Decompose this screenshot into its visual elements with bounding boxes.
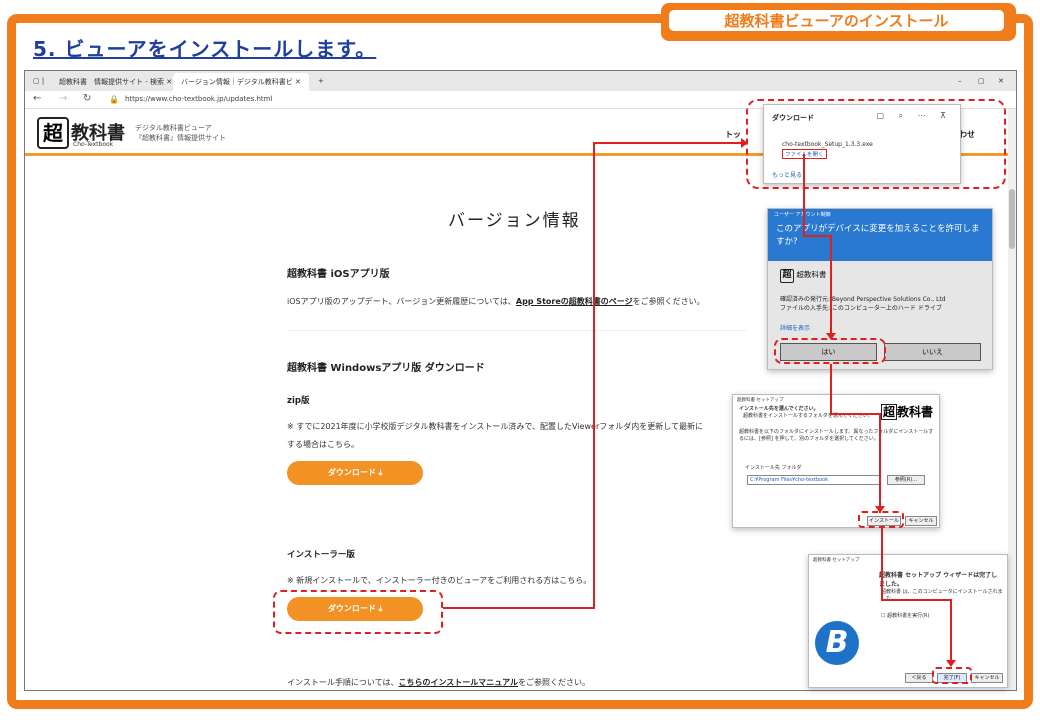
new-tab-icon[interactable]: + — [310, 73, 332, 91]
forward-icon[interactable]: → — [59, 93, 67, 104]
uac-app-name: 超 超教科書 — [780, 269, 826, 283]
install-button-highlight — [858, 511, 904, 528]
arrow-head — [826, 333, 836, 340]
uac-publisher-line: 確認済みの発行元: Beyond Perspective Solutions C… — [780, 296, 946, 303]
ios-text: iOSアプリ版のアップデート、バージョン更新履歴については、App Storeの… — [287, 296, 705, 307]
tab-updates[interactable]: バージョン情報｜デジタル教科書ビ ✕ — [173, 73, 309, 91]
minimize-icon[interactable]: – — [950, 73, 970, 91]
tab-search[interactable]: 超教科書 情報提供サイト - 検索 ✕ — [51, 73, 180, 91]
reload-icon[interactable]: ↻ — [83, 93, 91, 104]
setup1-folder-label: インストール先 フォルダ — [745, 465, 802, 471]
connector-line — [830, 413, 880, 415]
back-icon[interactable]: ← — [33, 93, 41, 104]
section-tag-label: 超教科書ビューアのインストール — [667, 8, 1006, 33]
connector-line — [881, 599, 951, 601]
zip-heading: zip版 — [287, 396, 310, 406]
browse-button[interactable]: 参照(R)... — [887, 475, 925, 485]
setup1-logo-text: 教科書 — [896, 405, 933, 419]
tab-updates-label: バージョン情報｜デジタル教科書ビ — [181, 78, 293, 86]
setup1-body: 超教科書を以下のフォルダにインストールします。異なったフォルダにインストールする… — [739, 429, 934, 442]
installer-download-highlight — [273, 590, 443, 634]
site-description: デジタル教科書ビューア 『超教科書』情報提供サイト — [135, 123, 226, 143]
tab-bar: ▢ | 超教科書 情報提供サイト - 検索 ✕ バージョン情報｜デジタル教科書ビ… — [25, 71, 1016, 91]
connector-line — [881, 528, 883, 600]
checkbox-icon: ☐ — [881, 613, 886, 619]
connector-line — [593, 142, 743, 144]
setup2-logo-icon: B — [815, 621, 859, 665]
connector-line — [879, 413, 881, 513]
setup1-title: 超教科書 セットアップ — [737, 398, 784, 403]
connector-line — [830, 235, 832, 339]
ios-text-suffix: をご参照ください。 — [632, 297, 705, 306]
uac-origin-line: ファイルの入手先: このコンピューター上のハード ドライブ — [780, 305, 942, 312]
setup2-sidebar: B — [809, 565, 879, 675]
download-icon: ⤓ — [378, 468, 383, 477]
setup1-logo: 超教科書 — [880, 403, 933, 420]
site-desc-line1: デジタル教科書ビューア — [135, 124, 212, 132]
ios-text-prefix: iOSアプリ版のアップデート、バージョン更新履歴については、 — [287, 297, 516, 306]
step-title: 5. ビューアをインストールします。 — [33, 37, 377, 61]
manual-text: インストール手順については、こちらのインストールマニュアルをご参照ください。 — [287, 677, 590, 688]
setup2-title: 超教科書 セットアップ — [813, 558, 860, 563]
download-panel-highlight — [746, 99, 1006, 189]
uac-header: ユーザー アカウント制御 このアプリがデバイスに変更を加えることを許可しますか? — [768, 209, 992, 261]
installer-text: ※ 新規インストールで、インストーラー付きのビューアをご利用される方はこちら。 — [287, 576, 592, 585]
app-store-link[interactable]: App Storeの超教科書のページ — [516, 297, 633, 306]
section-tag: 超教科書ビューアのインストール — [661, 3, 1016, 41]
arrow-head — [875, 506, 885, 513]
app-icon: 超 — [780, 269, 794, 283]
setup2-cancel-button[interactable]: キャンセル — [971, 673, 1003, 683]
uac-publisher: 確認済みの発行元: Beyond Perspective Solutions C… — [780, 295, 946, 313]
setup1-cancel-button[interactable]: キャンセル — [905, 516, 937, 526]
lock-icon: 🔒 — [109, 95, 119, 104]
zip-text-line1: ※ すでに2021年度に小学校版デジタル教科書をインストール済みで、配置したVi… — [287, 422, 703, 431]
setup1-logo-mark: 超 — [880, 404, 897, 420]
scroll-thumb[interactable] — [1009, 189, 1015, 249]
setup-finish-dialog: 超教科書 セットアップ B 超教科書 セットアップ ウィザードは完了しました。 … — [808, 554, 1008, 688]
back-button[interactable]: ＜戻る — [905, 673, 933, 683]
windows-heading: 超教科書 Windowsアプリ版 ダウンロード — [287, 363, 485, 374]
finish-button-highlight — [932, 667, 972, 684]
logo-subtitle: Cho-Textbook — [73, 141, 114, 148]
manual-suffix: をご参照ください。 — [518, 678, 591, 687]
section-divider — [287, 330, 747, 331]
nav-top-link[interactable]: トッ — [725, 129, 741, 140]
window-menu-icon[interactable]: ▢ | — [25, 73, 52, 91]
page-title: バージョン情報 — [448, 211, 581, 231]
scrollbar[interactable] — [1008, 109, 1016, 690]
setup1-heading: インストール先を選んでください。 — [739, 406, 819, 412]
zip-download-button[interactable]: ダウンロード ⤓ — [287, 461, 423, 485]
manual-prefix: インストール手順については、 — [287, 678, 399, 687]
installer-heading: インストーラー版 — [287, 550, 355, 560]
connector-line — [443, 607, 594, 609]
zip-text-line2: する場合はこちら。 — [287, 440, 359, 449]
connector-line — [593, 142, 595, 609]
site-desc-line2: 『超教科書』情報提供サイト — [135, 134, 226, 142]
zip-download-label: ダウンロード — [327, 468, 376, 477]
run-checkbox-label: 超教科書を実行(R) — [887, 613, 930, 619]
site-logo[interactable]: 超 教科書 Cho-Textbook — [37, 117, 132, 151]
ios-heading: 超教科書 iOSアプリ版 — [287, 269, 390, 280]
uac-yes-highlight — [774, 338, 886, 364]
close-icon[interactable]: ✕ — [990, 73, 1012, 91]
connector-line — [803, 235, 831, 237]
url-field[interactable]: https://www.cho-textbook.jp/updates.html — [125, 95, 272, 103]
install-path-field[interactable]: C:¥Program Files¥cho-textbook — [747, 475, 881, 485]
logo-mark: 超 — [37, 117, 69, 149]
connector-line — [830, 364, 832, 414]
uac-no-button[interactable]: いいえ — [884, 343, 981, 361]
arrow-head — [741, 138, 748, 148]
uac-app-label: 超教科書 — [796, 270, 827, 279]
connector-line — [803, 154, 805, 236]
connector-line — [950, 599, 952, 665]
setup2-heading: 超教科書 セットアップ ウィザードは完了しました。 — [879, 572, 998, 588]
run-checkbox[interactable]: ☐ 超教科書を実行(R) — [881, 613, 929, 620]
tab-search-label: 超教科書 情報提供サイト - 検索 — [59, 78, 164, 86]
manual-link[interactable]: こちらのインストールマニュアル — [398, 678, 518, 687]
uac-detail-link[interactable]: 詳細を表示 — [780, 323, 810, 332]
arrow-head — [946, 660, 956, 667]
